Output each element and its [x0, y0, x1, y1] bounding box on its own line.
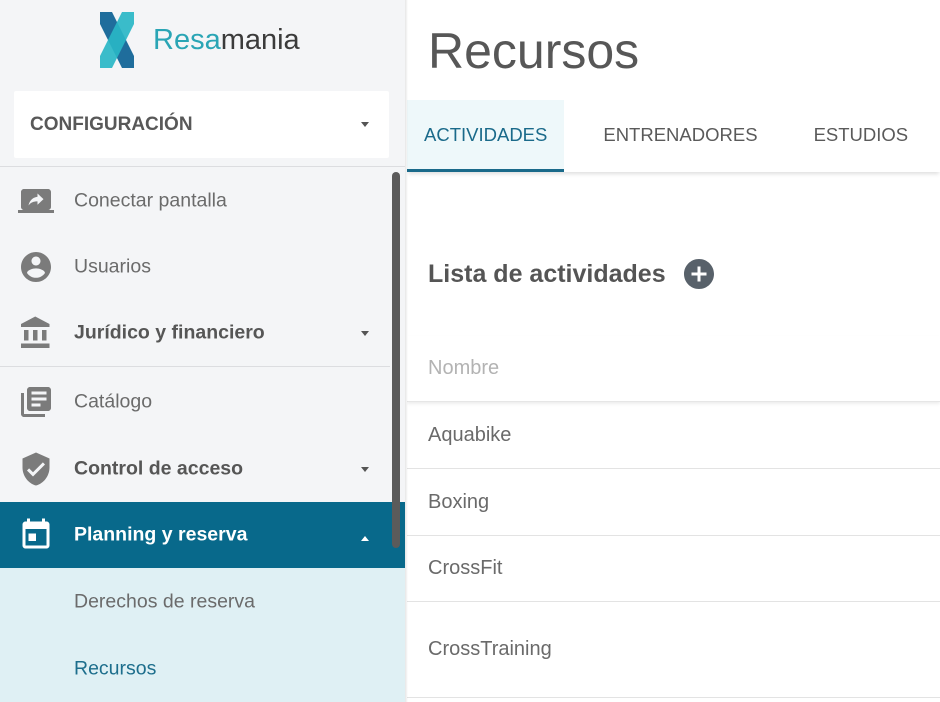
- column-header-nombre[interactable]: Nombre: [407, 336, 940, 402]
- table-row[interactable]: Aquabike: [407, 403, 940, 469]
- submenu-planning-reserva: Derechos de reserva Recursos: [0, 568, 405, 702]
- table-row[interactable]: Boxing: [407, 469, 940, 536]
- logo-text-resa: Resa: [153, 23, 221, 56]
- list-header: Lista de actividades: [428, 256, 717, 292]
- bank-icon: [18, 315, 54, 351]
- sidebar-item-juridico-financiero[interactable]: Jurídico y financiero: [0, 300, 405, 366]
- sidebar-item-label: Conectar pantalla: [74, 189, 227, 212]
- tab-bar: ACTIVIDADES ENTRENADORES ESTUDIOS: [407, 100, 940, 172]
- sidebar-item-label: Jurídico y financiero: [74, 321, 265, 344]
- sidebar-item-conectar-pantalla[interactable]: Conectar pantalla: [0, 168, 405, 234]
- calendar-icon: [18, 517, 54, 553]
- sidebar-item-label: Catálogo: [74, 389, 153, 412]
- section-selector-label: CONFIGURACIÓN: [30, 113, 193, 135]
- screen-share-icon: [18, 183, 54, 219]
- table-row[interactable]: CrossTraining: [407, 602, 940, 698]
- add-circle-icon: [683, 259, 714, 289]
- sidebar-item-label: Planning y reserva: [74, 523, 248, 546]
- sidebar-subitem-derechos-reserva[interactable]: Derechos de reserva: [0, 568, 405, 636]
- chevron-down-icon: [361, 122, 369, 127]
- tab-estudios[interactable]: ESTUDIOS: [797, 100, 926, 172]
- add-activity-button[interactable]: [681, 256, 717, 292]
- logo-text: Resamania: [153, 23, 300, 56]
- tab-actividades[interactable]: ACTIVIDADES: [407, 100, 565, 172]
- sidebar-divider: [0, 366, 390, 367]
- sidebar: Resamania CONFIGURACIÓN Conectar pantall…: [0, 0, 405, 702]
- library-books-icon: [18, 384, 54, 420]
- sidebar-item-planning-reserva[interactable]: Planning y reserva: [0, 502, 405, 568]
- account-circle-icon: [18, 249, 54, 285]
- sidebar-item-control-acceso[interactable]: Control de acceso: [0, 435, 405, 502]
- activity-list: Aquabike Boxing CrossFit CrossTraining: [407, 403, 940, 698]
- sidebar-divider: [0, 166, 405, 167]
- chevron-up-icon: [361, 536, 369, 541]
- tab-entrenadores[interactable]: ENTRENADORES: [586, 100, 774, 172]
- table-row[interactable]: CrossFit: [407, 536, 940, 602]
- logo-text-mania: mania: [220, 23, 300, 56]
- main-content: Recursos ACTIVIDADES ENTRENADORES ESTUDI…: [407, 0, 940, 702]
- section-selector[interactable]: CONFIGURACIÓN: [14, 91, 389, 158]
- resamania-logo-icon: [100, 12, 134, 68]
- sidebar-subitem-recursos[interactable]: Recursos: [0, 636, 405, 702]
- list-title: Lista de actividades: [428, 259, 666, 288]
- sidebar-subitem-label: Recursos: [74, 657, 157, 680]
- sidebar-shadow: [405, 0, 408, 702]
- sidebar-scrollbar[interactable]: [392, 172, 400, 548]
- sidebar-item-label: Usuarios: [74, 255, 151, 278]
- chevron-down-icon: [361, 466, 369, 472]
- sidebar-item-usuarios[interactable]: Usuarios: [0, 234, 405, 300]
- chevron-down-icon: [361, 331, 369, 336]
- sidebar-subitem-label: Derechos de reserva: [74, 590, 256, 613]
- sidebar-item-label: Control de acceso: [74, 456, 244, 479]
- page-title: Recursos: [428, 23, 640, 79]
- shield-check-icon: [18, 451, 54, 487]
- app-logo[interactable]: Resamania: [100, 12, 300, 68]
- sidebar-item-catalogo[interactable]: Catálogo: [0, 368, 405, 435]
